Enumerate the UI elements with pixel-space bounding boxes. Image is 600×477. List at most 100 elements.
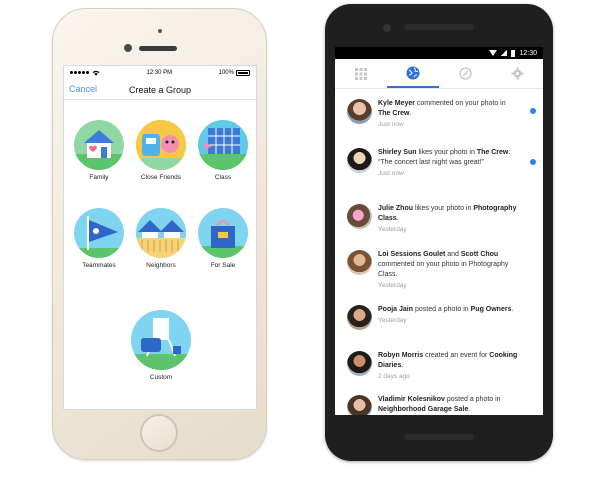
notification-actor: Loi Sessions Goulet [378,251,446,258]
tab-settings[interactable] [491,59,543,88]
shopping-bag-icon [198,208,248,258]
tab-discover[interactable] [439,59,491,88]
notification-time: Yesterday [378,226,407,233]
battery-icon [235,70,250,76]
notification-item[interactable]: Shirley Sun likes your photo in The Crew… [335,148,543,204]
class-board-icon [198,120,248,170]
iphone-device: 12:30 PM 100% Cancel Create a Group Fami… [52,8,267,460]
notification-middle: likes your photo in [413,205,474,212]
avatar [347,395,372,415]
wifi-icon [92,70,100,76]
easel-paint-icon [131,310,191,370]
notification-middle: created an event for [423,352,490,359]
cancel-button[interactable]: Cancel [69,84,97,94]
group-tile-close-friends[interactable]: Close Friends [131,120,191,181]
android-status-time: 12:30 [519,49,537,57]
battery-icon [511,49,516,57]
notification-item[interactable]: Julie Zhou likes your photo in Photograp… [335,204,543,250]
avatar [347,250,372,275]
notification-time: Yesterday [378,282,407,289]
group-tile-for-sale[interactable]: For Sale [193,208,253,269]
notification-actor: Robyn Morris [378,352,424,359]
notification-list: Kyle Meyer commented on your photo in Th… [335,89,543,415]
notification-middle: likes your photo in [416,149,477,156]
unread-indicator [530,108,536,114]
signal-dots-icon [70,70,90,76]
notification-actor: Julie Zhou [378,205,413,212]
gear-icon [511,67,524,80]
group-label-close-friends: Close Friends [140,174,182,181]
group-label-neighbors: Neighbors [146,262,176,269]
group-tile-neighbors[interactable]: Neighbors [131,208,191,269]
notification-time: Just now [378,170,404,177]
notification-time: Yesterday [378,317,407,324]
close-friends-icon [136,120,186,170]
android-tab-bar [335,59,543,89]
iphone-earpiece [139,46,177,51]
notification-item[interactable]: Kyle Meyer commented on your photo in Th… [335,99,543,148]
notification-middle: posted a photo in [413,306,471,313]
iphone-top-dot [158,29,162,33]
notification-tail: . [468,406,471,413]
notification-middle: posted a photo in [444,396,501,403]
group-tile-custom[interactable]: Custom [131,310,191,381]
notification-actor: Kyle Meyer [378,100,415,107]
notification-tail: . [409,110,412,117]
cell-signal-icon [501,50,508,56]
pennant-flag-icon [74,208,124,258]
unread-indicator [530,159,536,165]
android-top-speaker [404,24,474,30]
avatar [347,351,372,376]
ios-status-bar: 12:30 PM 100% [64,66,256,80]
android-status-bar: 12:30 [335,47,543,59]
neighbors-houses-icon [136,208,186,258]
ios-navigation-bar: Cancel Create a Group [64,80,256,100]
notification-tail: . [511,306,514,313]
android-device: 12:30 Kyle Meyer commented on your photo… [325,4,553,461]
group-tile-teammates[interactable]: Teammates [69,208,129,269]
avatar [347,305,372,330]
notification-item[interactable]: Loi Sessions Goulet and Scott Chou comme… [335,250,543,305]
notification-actor: Pooja Jain [378,306,414,313]
notification-middle: and [445,251,461,258]
notification-target: Neighborhood Garage Sale [378,406,469,413]
avatar [347,148,372,173]
page-title: Create a Group [128,84,192,95]
notification-target: The Crew [378,110,410,117]
avatar [347,99,372,124]
notification-tail: commented on your photo in Photography C… [378,261,509,278]
notification-item[interactable]: Vladimir Kolesnikov posted a photo in Ne… [335,395,543,415]
group-tile-family[interactable]: Family [69,120,129,181]
grid-icon [355,67,367,80]
notification-middle: commented on your photo in [414,100,506,107]
notification-actor: Shirley Sun [378,149,417,156]
tab-notifications[interactable] [387,59,439,88]
notification-tail: . [401,362,404,369]
notification-item[interactable]: Robyn Morris created an event for Cookin… [335,351,543,395]
iphone-front-camera [124,44,132,52]
group-tile-class[interactable]: Class [193,120,253,181]
ios-screen: 12:30 PM 100% Cancel Create a Group Fami… [63,65,257,410]
ios-battery-percent: 100% [218,70,234,76]
android-front-camera [383,24,391,32]
family-house-icon [74,120,124,170]
group-label-custom: Custom [149,374,173,381]
group-label-class: Class [214,174,232,181]
notification-target: The Crew [476,149,509,156]
android-screen: 12:30 Kyle Meyer commented on your photo… [335,47,543,415]
group-label-for-sale: For Sale [210,262,236,269]
notification-target: Pug Owners [470,306,512,313]
marketing-screenshot: 12:30 PM 100% Cancel Create a Group Fami… [0,0,600,477]
group-label-family: Family [89,174,109,181]
tab-groups-grid[interactable] [335,59,387,88]
group-label-teammates: Teammates [82,262,116,269]
ios-status-time: 12:30 PM [146,70,173,76]
notification-item[interactable]: Pooja Jain posted a photo in Pug Owners.… [335,305,543,351]
iphone-home-button[interactable] [140,414,178,452]
notification-time: 2 days ago [378,373,410,380]
wifi-icon [489,50,498,56]
avatar [347,204,372,229]
notification-tail: . [396,215,399,222]
group-type-grid: Family Close Friends Class Teammates Nei… [64,100,256,405]
notification-time: Just now [378,121,404,128]
